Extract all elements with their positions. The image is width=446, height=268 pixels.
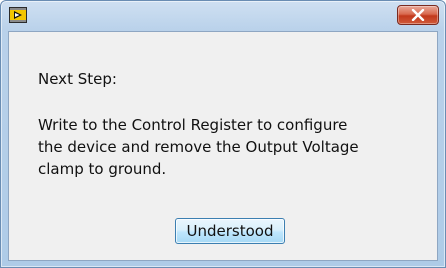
message-line: clamp to ground. — [38, 160, 167, 178]
understood-button[interactable]: Understood — [175, 218, 285, 244]
dialog-window: Next Step: Write to the Control Register… — [0, 0, 446, 268]
dialog-message: Write to the Control Register to configu… — [38, 114, 423, 180]
dialog-client-area: Next Step: Write to the Control Register… — [8, 31, 438, 261]
title-bar[interactable] — [1, 1, 445, 31]
dialog-heading: Next Step: — [38, 70, 117, 88]
close-button[interactable] — [397, 5, 439, 25]
labview-run-arrow-icon — [8, 6, 28, 24]
close-x-icon — [411, 6, 425, 25]
message-line: the device and remove the Output Voltage — [38, 138, 359, 156]
message-line: Write to the Control Register to configu… — [38, 116, 348, 134]
